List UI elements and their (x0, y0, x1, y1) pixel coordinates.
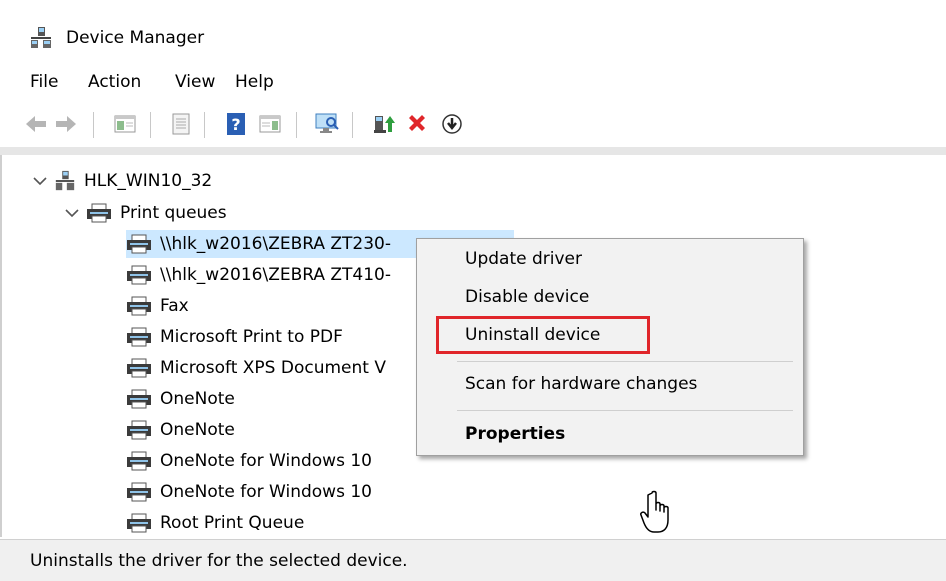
printer-icon (127, 451, 151, 471)
tree-item-label: OneNote (160, 389, 235, 409)
tree-item-label: Root Print Queue (160, 513, 305, 533)
tree-item-label: OneNote for Windows 10 (160, 451, 372, 471)
show-hide-console-tree-icon[interactable] (111, 110, 139, 138)
toolbar: ? (0, 104, 946, 144)
menu-file[interactable]: File (30, 72, 58, 92)
properties-pane-icon[interactable] (167, 110, 195, 138)
tree-item[interactable]: OneNote (126, 385, 235, 413)
download-icon[interactable] (438, 110, 466, 138)
toolbar-separator (150, 112, 151, 138)
menu-disable-device[interactable]: Disable device (465, 287, 589, 307)
printer-icon (87, 203, 111, 223)
tree-item-label: OneNote for Windows 10 (160, 482, 372, 502)
tree-category-print-queues[interactable]: Print queues (64, 199, 227, 227)
menu-scan-hardware[interactable]: Scan for hardware changes (465, 374, 697, 394)
title-bar: Device Manager (0, 0, 946, 62)
tree-item[interactable]: OneNote for Windows 10 (126, 478, 372, 506)
toolbar-separator (352, 112, 353, 138)
tree-item-label: Microsoft XPS Document V (160, 358, 386, 378)
menu-help[interactable]: Help (235, 72, 274, 92)
forward-icon[interactable] (52, 110, 80, 138)
tree-item[interactable]: \\hlk_w2016\ZEBRA ZT410- (126, 261, 391, 289)
menu-bar: File Action View Help (0, 68, 946, 98)
printer-icon (127, 296, 151, 316)
back-icon[interactable] (22, 110, 50, 138)
update-driver-icon[interactable] (370, 110, 398, 138)
help-icon[interactable]: ? (222, 110, 250, 138)
printer-icon (127, 327, 151, 347)
tree-item-label: Fax (160, 296, 189, 316)
menu-properties[interactable]: Properties (465, 424, 565, 444)
tree-item-label: \\hlk_w2016\ZEBRA ZT230- (160, 234, 392, 254)
tree-item-label: Microsoft Print to PDF (160, 327, 343, 347)
tree-root-label: HLK_WIN10_32 (84, 171, 213, 191)
tree-item-label: \\hlk_w2016\ZEBRA ZT410- (160, 265, 392, 285)
printer-icon (127, 265, 151, 285)
tree-item-label: OneNote (160, 420, 235, 440)
printer-icon (127, 234, 151, 254)
tree-root[interactable]: HLK_WIN10_32 (32, 167, 212, 195)
tree-item[interactable]: Microsoft XPS Document V (126, 354, 386, 382)
menu-separator (457, 410, 793, 411)
printer-icon (127, 513, 151, 533)
chevron-down-icon[interactable] (64, 205, 80, 221)
menu-action[interactable]: Action (88, 72, 141, 92)
tree-category-label: Print queues (120, 203, 227, 223)
menu-view[interactable]: View (175, 72, 215, 92)
menu-update-driver[interactable]: Update driver (465, 249, 582, 269)
chevron-down-icon[interactable] (32, 173, 48, 189)
uninstall-icon[interactable] (403, 110, 431, 138)
toolbar-separator (204, 112, 205, 138)
tree-item[interactable]: OneNote for Windows 10 (126, 447, 372, 475)
computer-icon (55, 170, 75, 191)
printer-icon (127, 358, 151, 378)
device-manager-icon (31, 27, 51, 48)
toolbar-divider-band (0, 147, 946, 155)
printer-icon (127, 482, 151, 502)
hand-cursor-icon (640, 490, 669, 533)
action-pane-icon[interactable] (256, 110, 284, 138)
toolbar-separator (93, 112, 94, 138)
window-title: Device Manager (66, 28, 205, 48)
menu-separator (457, 361, 793, 362)
tree-item[interactable]: Microsoft Print to PDF (126, 323, 343, 351)
scan-hardware-icon[interactable] (313, 110, 341, 138)
printer-icon (127, 389, 151, 409)
svg-text:?: ? (231, 115, 240, 134)
tree-item[interactable]: OneNote (126, 416, 235, 444)
status-bar: Uninstalls the driver for the selected d… (0, 539, 946, 581)
tree-item[interactable]: Fax (126, 292, 189, 320)
status-text: Uninstalls the driver for the selected d… (30, 551, 408, 571)
uninstall-highlight-box (436, 316, 650, 354)
tree-item[interactable]: Root Print Queue (126, 509, 304, 537)
toolbar-separator (296, 112, 297, 138)
printer-icon (127, 420, 151, 440)
